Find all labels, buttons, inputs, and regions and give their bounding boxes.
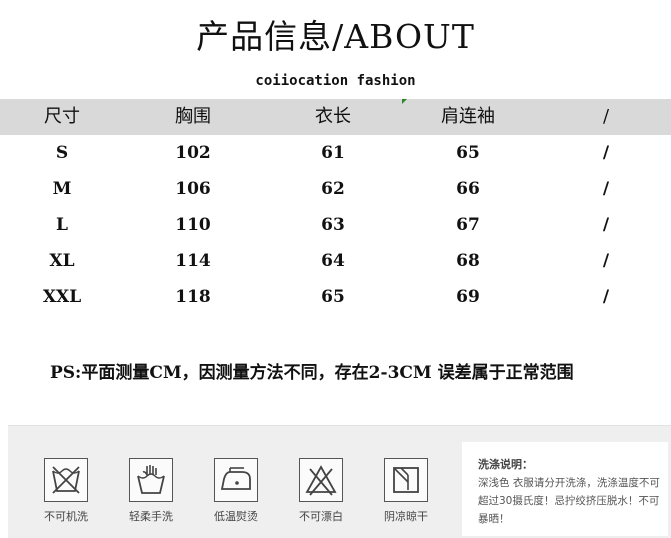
cell-sleeve: 67 (456, 215, 480, 235)
shade-dry-icon (384, 458, 428, 502)
care-item-hand-wash: 轻柔手洗 (119, 458, 183, 524)
care-label: 低温熨烫 (214, 510, 258, 523)
cell-size: XL (49, 251, 75, 271)
cell-chest: 118 (175, 287, 211, 307)
care-item-no-bleach: 不可漂白 (289, 458, 353, 524)
wash-instructions: 洗涤说明： 深浅色 衣服请分开洗涤，洗涤温度不可超过30摄氏度！忌拧绞挤压脱水！… (462, 442, 668, 536)
header-chest: 胸围 (175, 106, 211, 127)
cell-size: L (56, 215, 68, 235)
cell-sleeve: 66 (456, 179, 480, 199)
header-size: 尺寸 (44, 106, 80, 127)
cell-sleeve: 68 (456, 251, 480, 271)
care-panel: 不可机洗 轻柔手洗 低温熨烫 不可漂白 阴凉晾干 洗涤说明： 深浅色 衣服请分开… (8, 425, 671, 538)
table-row: XXL 118 65 69 / (0, 279, 671, 315)
table-header-row: 尺寸 胸围 衣长 肩连袖 / (0, 99, 671, 135)
no-machine-wash-icon (44, 458, 88, 502)
cell-chest: 106 (175, 179, 211, 199)
cell-slash: / (602, 251, 610, 271)
low-iron-icon (214, 458, 258, 502)
cell-length: 62 (321, 179, 345, 199)
care-label: 阴凉晾干 (384, 510, 428, 523)
table-row: XL 114 64 68 / (0, 243, 671, 279)
cell-slash: / (602, 179, 610, 199)
cell-slash: / (602, 143, 610, 163)
header-slash: / (602, 106, 610, 127)
cell-chest: 102 (175, 143, 211, 163)
wash-instructions-title: 洗涤说明： (478, 458, 533, 471)
cell-size: XXL (42, 287, 82, 307)
cell-chest: 114 (175, 251, 211, 271)
cell-length: 63 (321, 215, 345, 235)
header-length: 衣长 (315, 106, 351, 127)
cell-length: 65 (321, 287, 345, 307)
measurement-note: PS:平面测量CM，因测量方法不同，存在2-3CM 误差属于正常范围 (50, 363, 574, 383)
size-table: 尺寸 胸围 衣长 肩连袖 / S 102 61 65 / M 106 62 66… (0, 99, 671, 315)
cell-length: 64 (321, 251, 345, 271)
care-label: 不可机洗 (44, 510, 88, 523)
green-corner-mark (402, 99, 407, 104)
wash-instructions-text: 深浅色 衣服请分开洗涤，洗涤温度不可超过30摄氏度！忌拧绞挤压脱水！不可暴晒！ (478, 477, 660, 525)
table-row: L 110 63 67 / (0, 207, 671, 243)
care-item-low-iron: 低温熨烫 (204, 458, 268, 524)
cell-size: M (52, 179, 72, 199)
care-item-no-machine-wash: 不可机洗 (34, 458, 98, 524)
page-title: 产品信息/ABOUT (196, 17, 475, 56)
no-bleach-icon (299, 458, 343, 502)
hand-wash-icon (129, 458, 173, 502)
brand-subtitle: coiiocation fashion (255, 73, 416, 89)
table-row: S 102 61 65 / (0, 135, 671, 171)
cell-sleeve: 69 (456, 287, 480, 307)
cell-sleeve: 65 (456, 143, 480, 163)
care-label: 不可漂白 (299, 510, 343, 523)
table-row: M 106 62 66 / (0, 171, 671, 207)
cell-chest: 110 (175, 215, 211, 235)
care-label: 轻柔手洗 (129, 510, 173, 523)
cell-size: S (55, 143, 69, 163)
cell-slash: / (602, 215, 610, 235)
cell-length: 61 (321, 143, 345, 163)
header-sleeve: 肩连袖 (441, 106, 495, 127)
care-item-shade-dry: 阴凉晾干 (374, 458, 438, 524)
cell-slash: / (602, 287, 610, 307)
